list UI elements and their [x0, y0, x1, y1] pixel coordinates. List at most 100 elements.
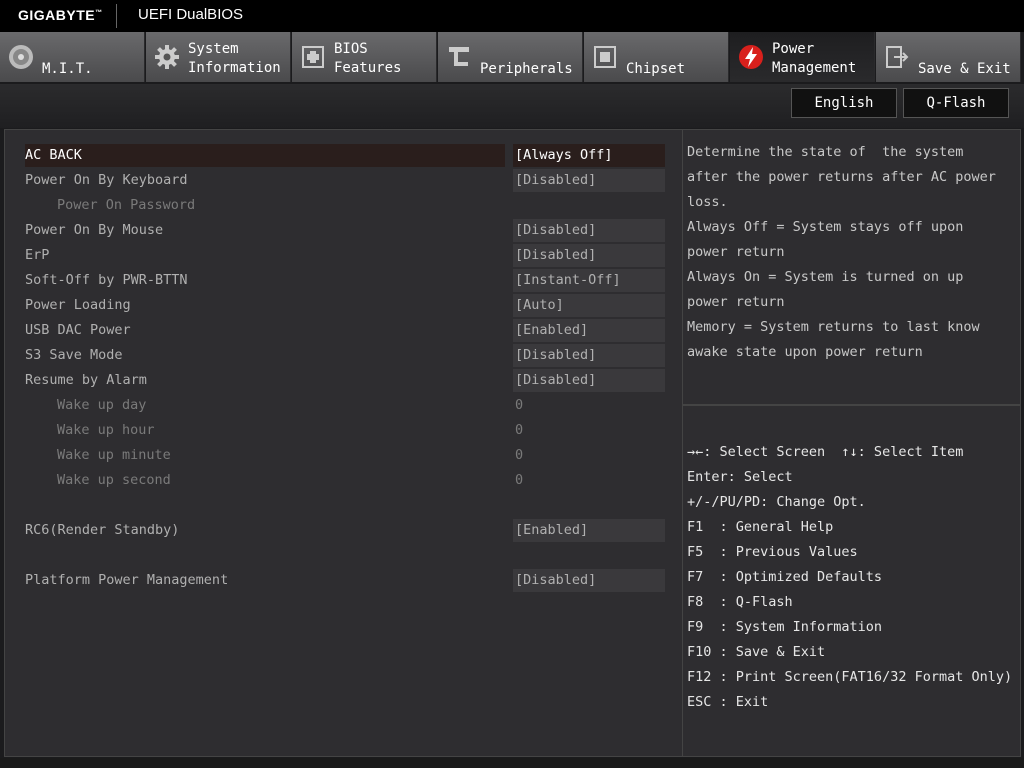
- tab-label: Save & Exit: [918, 61, 1011, 77]
- help-text-line: Always On = System is turned on up: [687, 269, 964, 285]
- setting-label: Power Loading: [25, 297, 131, 313]
- key-legend-line: F1 : General Help: [687, 519, 834, 535]
- setting-row[interactable]: ErP [Disabled]: [25, 244, 665, 267]
- key-legend-line: Enter: Select: [687, 469, 793, 485]
- setting-row[interactable]: Resume by Alarm [Disabled]: [25, 369, 665, 392]
- setting-row[interactable]: RC6(Render Standby) [Enabled]: [25, 519, 665, 542]
- setting-row[interactable]: USB DAC Power [Enabled]: [25, 319, 665, 342]
- setting-value[interactable]: [Disabled]: [513, 569, 665, 592]
- key-legend-line: F10 : Save & Exit: [687, 644, 826, 660]
- key-legend-panel: →←: Select Screen ↑↓: Select Item Enter: …: [683, 405, 1021, 757]
- tab-label: System Information: [188, 41, 281, 76]
- help-text-line: Determine the state of the system: [687, 144, 964, 160]
- gear-icon: [154, 44, 180, 70]
- setting-row[interactable]: S3 Save Mode [Disabled]: [25, 344, 665, 367]
- exit-icon: [884, 44, 910, 70]
- key-legend-line: F5 : Previous Values: [687, 544, 858, 560]
- language-button[interactable]: English: [791, 88, 897, 118]
- setting-row: Wake up minute 0: [25, 444, 665, 467]
- setting-value[interactable]: [Always Off]: [513, 144, 665, 167]
- help-panel: Determine the state of the system after t…: [683, 129, 1021, 405]
- help-text-line: awake state upon power return: [687, 344, 923, 360]
- setting-label: Wake up second: [57, 472, 171, 488]
- chip-plus-icon: [300, 44, 326, 70]
- setting-row: Wake up hour 0: [25, 419, 665, 442]
- setting-row: Power On Password: [25, 194, 665, 217]
- setting-label: Power On By Mouse: [25, 222, 164, 238]
- setting-value: 0: [515, 447, 524, 463]
- tab-label: BIOS Features: [334, 41, 402, 76]
- setting-label: Wake up day: [57, 397, 147, 413]
- help-text-line: power return: [687, 294, 785, 310]
- tab-system-information[interactable]: System Information: [146, 32, 291, 82]
- setting-label: S3 Save Mode: [25, 347, 123, 363]
- tab-m-i-t[interactable]: M.I.T.: [0, 32, 145, 82]
- setting-row[interactable]: Power Loading [Auto]: [25, 294, 665, 317]
- setting-value[interactable]: [Disabled]: [513, 244, 665, 267]
- setting-row[interactable]: Platform Power Management [Disabled]: [25, 569, 665, 592]
- setting-value[interactable]: [Instant-Off]: [513, 269, 665, 292]
- key-legend-line: F7 : Optimized Defaults: [687, 569, 883, 585]
- top-bar: GIGABYTE™ UEFI DualBIOS: [0, 0, 1024, 32]
- setting-label: Soft-Off by PWR-BTTN: [25, 272, 188, 288]
- setting-label: RC6(Render Standby): [25, 522, 180, 538]
- tab-label: Peripherals: [480, 61, 573, 77]
- key-legend-line: ESC : Exit: [687, 694, 769, 710]
- setting-label: Platform Power Management: [25, 572, 229, 588]
- setting-row[interactable]: AC BACK [Always Off]: [25, 144, 665, 167]
- setting-value: 0: [515, 397, 524, 413]
- setting-row[interactable]: Soft-Off by PWR-BTTN [Instant-Off]: [25, 269, 665, 292]
- tab-bar: M.I.T. System Information BIOS Features Per…: [0, 32, 1024, 84]
- tab-save-exit[interactable]: Save & Exit: [876, 32, 1021, 82]
- help-text-line: power return: [687, 244, 785, 260]
- setting-row[interactable]: Power On By Mouse [Disabled]: [25, 219, 665, 242]
- help-text-line: after the power returns after AC power: [687, 169, 996, 185]
- setting-label: Resume by Alarm: [25, 372, 147, 388]
- tab-label: Chipset: [626, 61, 686, 77]
- setting-row[interactable]: Power On By Keyboard [Disabled]: [25, 169, 665, 192]
- tab-bios-features[interactable]: BIOS Features: [292, 32, 437, 82]
- key-legend-line: F9 : System Information: [687, 619, 883, 635]
- tab-power-management[interactable]: Power Management: [730, 32, 875, 82]
- tab-label: Power Management: [772, 41, 857, 76]
- tab-label: M.I.T.: [42, 61, 93, 77]
- help-text-line: Memory = System returns to last know: [687, 319, 980, 335]
- setting-row: Wake up second 0: [25, 469, 665, 492]
- bottom-bar: [0, 758, 1024, 768]
- setting-label: AC BACK: [25, 147, 82, 163]
- setting-label: Power On By Keyboard: [25, 172, 188, 188]
- setting-value[interactable]: [Disabled]: [513, 344, 665, 367]
- setting-label: Wake up minute: [57, 447, 171, 463]
- tab-peripherals[interactable]: Peripherals: [438, 32, 583, 82]
- setting-value[interactable]: [Enabled]: [513, 319, 665, 342]
- bios-title: UEFI DualBIOS: [138, 6, 244, 23]
- tab-chipset[interactable]: Chipset: [584, 32, 729, 82]
- setting-value: 0: [515, 422, 524, 438]
- setting-label: Wake up hour: [57, 422, 155, 438]
- speedometer-icon: [8, 44, 34, 70]
- setting-row: Wake up day 0: [25, 394, 665, 417]
- setting-label: Power On Password: [57, 197, 196, 213]
- setting-value: 0: [515, 472, 524, 488]
- qflash-button[interactable]: Q-Flash: [903, 88, 1009, 118]
- help-text-line: loss.: [687, 194, 728, 210]
- gigabyte-logo: GIGABYTE™: [18, 7, 103, 23]
- setting-label: USB DAC Power: [25, 322, 131, 338]
- setting-value[interactable]: [Disabled]: [513, 219, 665, 242]
- plug-icon: [446, 44, 472, 70]
- key-legend-line: +/-/PU/PD: Change Opt.: [687, 494, 866, 510]
- key-legend-line: F8 : Q-Flash: [687, 594, 793, 610]
- setting-value[interactable]: [Auto]: [513, 294, 665, 317]
- settings-panel: AC BACK [Always Off] Power On By Keyboard […: [4, 129, 683, 757]
- brand-separator: [116, 4, 117, 28]
- setting-value[interactable]: [Enabled]: [513, 519, 665, 542]
- setting-value[interactable]: [Disabled]: [513, 369, 665, 392]
- power-bolt-icon: [738, 44, 764, 70]
- chip-icon: [592, 44, 618, 70]
- setting-label: ErP: [25, 247, 50, 263]
- key-legend-line: →←: Select Screen ↑↓: Select Item: [687, 444, 964, 460]
- key-legend-line: F12 : Print Screen(FAT16/32 Format Only): [687, 669, 1013, 685]
- selection-highlight: [25, 144, 505, 167]
- help-text-line: Always Off = System stays off upon: [687, 219, 964, 235]
- setting-value[interactable]: [Disabled]: [513, 169, 665, 192]
